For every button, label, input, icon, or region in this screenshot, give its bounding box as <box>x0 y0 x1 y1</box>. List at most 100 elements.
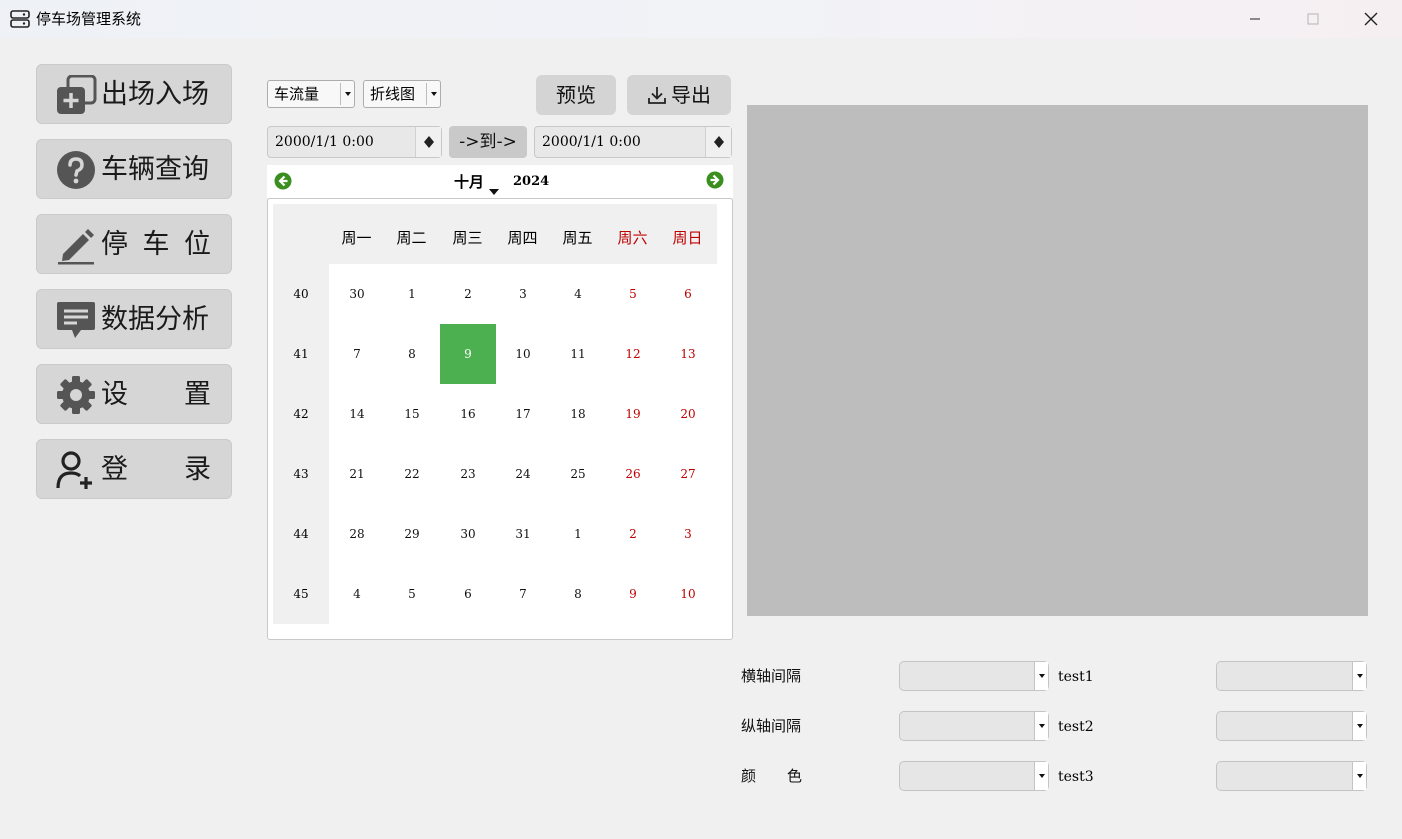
sidebar-item-entry-exit[interactable]: 出场入场 <box>36 64 232 124</box>
title-bar: 停车场管理系统 <box>0 0 1402 38</box>
calendar-day[interactable]: 2 <box>440 264 496 324</box>
download-icon <box>648 87 666 104</box>
calendar-day[interactable]: 6 <box>440 564 496 624</box>
color-select[interactable] <box>899 761 1049 791</box>
calendar-day[interactable]: 1 <box>384 264 440 324</box>
test1-select[interactable] <box>1216 661 1367 691</box>
calendar-day[interactable]: 5 <box>605 264 661 324</box>
calendar-day[interactable]: 18 <box>550 384 606 444</box>
close-button[interactable] <box>1342 0 1400 38</box>
year-select[interactable]: 2024 <box>513 174 549 190</box>
range-to-button[interactable]: ->到-> <box>449 126 527 158</box>
next-month-icon[interactable] <box>706 171 724 189</box>
start-datetime-input[interactable]: 2000/1/1 0:00 <box>267 126 442 158</box>
y-interval-select[interactable] <box>899 711 1049 741</box>
datetime-spinner[interactable] <box>415 127 441 157</box>
calendar-day[interactable]: 26 <box>605 444 661 504</box>
sidebar-item-data-analysis[interactable]: 数据分析 <box>36 289 232 349</box>
calendar-day[interactable]: 12 <box>605 324 661 384</box>
weekday-label: 周一 <box>341 229 372 247</box>
calendar-day[interactable]: 8 <box>550 564 606 624</box>
pencil-icon <box>58 229 94 265</box>
x-interval-label: 横轴间隔 <box>741 667 802 685</box>
calendar-day[interactable]: 31 <box>495 504 551 564</box>
calendar-day[interactable]: 8 <box>384 324 440 384</box>
calendar-day[interactable]: 4 <box>550 264 606 324</box>
calendar-day[interactable]: 21 <box>329 444 385 504</box>
calendar-day[interactable]: 13 <box>660 324 716 384</box>
calendar-day[interactable]: 9 <box>605 564 661 624</box>
calendar-day[interactable]: 29 <box>384 504 440 564</box>
maximize-button[interactable] <box>1284 0 1342 38</box>
calendar-day[interactable]: 7 <box>495 564 551 624</box>
weekday-header: 周一 周二 周三 周四 周五 周六 周日 <box>273 204 717 264</box>
calendar-day[interactable]: 7 <box>329 324 385 384</box>
sidebar-item-login[interactable]: 登 录 <box>36 439 232 499</box>
export-button[interactable]: 导出 <box>627 75 731 115</box>
chevron-down-icon <box>1034 762 1048 790</box>
calendar-day[interactable]: 16 <box>440 384 496 444</box>
calendar-day[interactable]: 5 <box>384 564 440 624</box>
calendar-day[interactable]: 3 <box>660 504 716 564</box>
chat-bubble-icon <box>57 302 95 338</box>
weekday-label: 周日 <box>672 229 703 247</box>
sidebar-item-parking-space[interactable]: 停 车 位 <box>36 214 232 274</box>
calendar-day[interactable]: 15 <box>384 384 440 444</box>
calendar-day[interactable]: 23 <box>440 444 496 504</box>
sidebar-item-vehicle-query[interactable]: 车辆查询 <box>36 139 232 199</box>
calendar-day[interactable]: 24 <box>495 444 551 504</box>
week-number: 40 <box>293 287 309 301</box>
calendar-day[interactable]: 30 <box>440 504 496 564</box>
chevron-up-icon <box>706 127 731 142</box>
calendar-day[interactable]: 10 <box>660 564 716 624</box>
sidebar-item-label: 数据分析 <box>101 304 209 335</box>
preview-button[interactable]: 预览 <box>536 75 616 115</box>
calendar-day[interactable]: 30 <box>329 264 385 324</box>
test3-label: test3 <box>1058 769 1094 785</box>
sidebar-item-label: 登 录 <box>101 454 211 485</box>
calendar-day[interactable]: 28 <box>329 504 385 564</box>
calendar-day[interactable]: 25 <box>550 444 606 504</box>
x-interval-select[interactable] <box>899 661 1049 691</box>
chevron-down-icon <box>426 83 440 105</box>
prev-month-icon[interactable] <box>274 172 292 190</box>
test2-select[interactable] <box>1216 711 1367 741</box>
minimize-icon <box>1250 18 1260 20</box>
calendar-day[interactable]: 3 <box>495 264 551 324</box>
month-select[interactable]: 十月 <box>454 173 500 195</box>
week-number-column: 40 41 42 43 44 45 <box>273 264 329 624</box>
datetime-spinner[interactable] <box>705 127 731 157</box>
calendar-day[interactable]: 27 <box>660 444 716 504</box>
chevron-up-icon <box>416 127 441 142</box>
weekday-label: 周五 <box>562 229 593 247</box>
calendar-day[interactable]: 10 <box>495 324 551 384</box>
sidebar-item-label: 车辆查询 <box>101 154 209 185</box>
y-interval-label: 纵轴间隔 <box>741 717 802 735</box>
calendar-day[interactable]: 19 <box>605 384 661 444</box>
chevron-down-icon <box>1034 662 1048 690</box>
minimize-button[interactable] <box>1226 0 1284 38</box>
metric-select[interactable]: 车流量 <box>267 80 355 108</box>
close-icon <box>1364 12 1378 26</box>
calendar-day[interactable]: 6 <box>660 264 716 324</box>
calendar-day[interactable]: 22 <box>384 444 440 504</box>
calendar-day[interactable]: 14 <box>329 384 385 444</box>
chart-type-select[interactable]: 折线图 <box>363 80 441 108</box>
weekday-label: 周三 <box>452 229 483 247</box>
calendar-day[interactable]: 4 <box>329 564 385 624</box>
color-label: 颜 色 <box>741 767 802 785</box>
chevron-down-icon <box>489 189 500 195</box>
weekday-label: 周二 <box>396 229 427 247</box>
calendar-day[interactable]: 20 <box>660 384 716 444</box>
calendar-day[interactable]: 9 <box>440 324 496 384</box>
test3-select[interactable] <box>1216 761 1367 791</box>
end-datetime-input[interactable]: 2000/1/1 0:00 <box>534 126 732 158</box>
calendar-day[interactable]: 1 <box>550 504 606 564</box>
calendar-day[interactable]: 17 <box>495 384 551 444</box>
calendar-day[interactable]: 2 <box>605 504 661 564</box>
calendar-day[interactable]: 11 <box>550 324 606 384</box>
sidebar-item-label: 出场入场 <box>101 79 209 110</box>
sidebar-item-label: 停 车 位 <box>101 229 211 260</box>
test2-label: test2 <box>1058 719 1094 735</box>
sidebar-item-settings[interactable]: 设 置 <box>36 364 232 424</box>
